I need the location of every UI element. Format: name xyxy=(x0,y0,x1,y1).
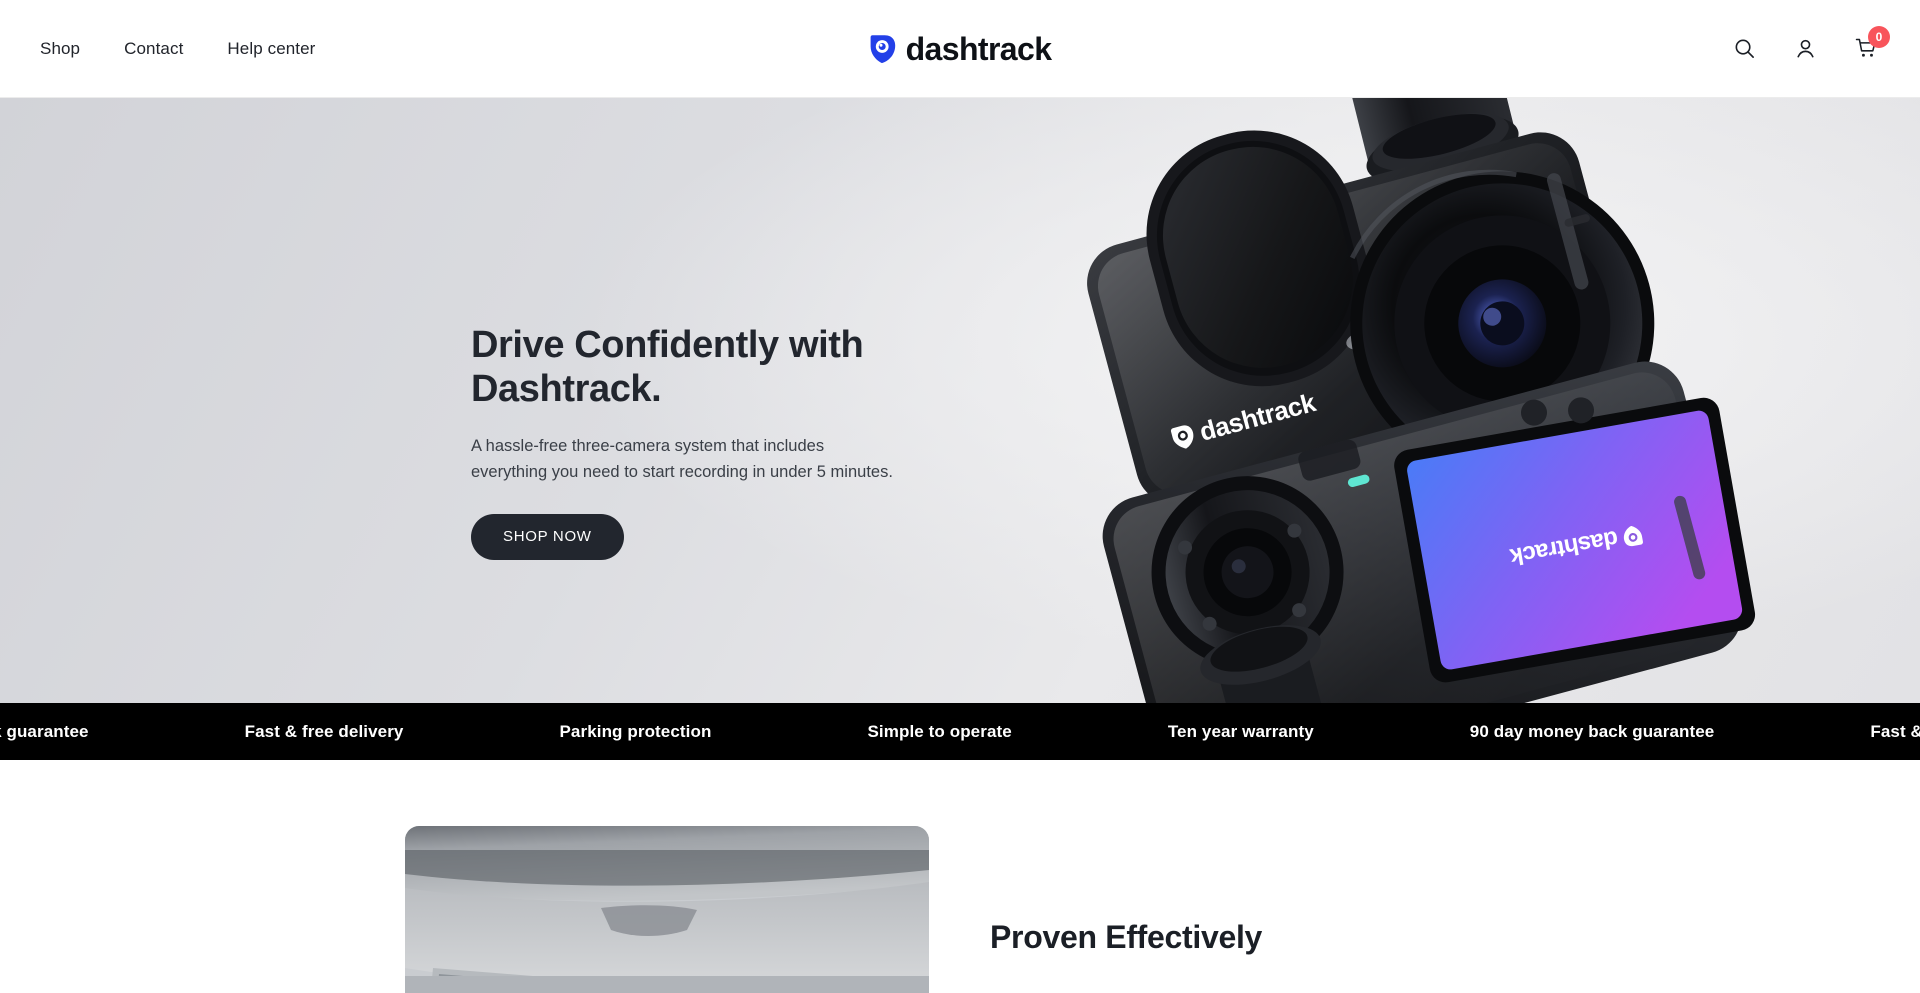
lower-section: Proven Effectively xyxy=(0,760,1920,993)
marquee-item: y money back guarantee xyxy=(0,721,89,741)
account-icon[interactable] xyxy=(1791,35,1819,63)
header-actions: 0 xyxy=(1730,25,1890,63)
main-navigation: Shop Contact Help center xyxy=(40,39,315,59)
marquee-item: Ten year warranty xyxy=(1167,721,1314,741)
driver-photo xyxy=(405,826,929,993)
marquee-item: 90 day money back guarantee xyxy=(1469,721,1715,741)
hero-product-image: dashtrack dashtrack xyxy=(940,98,1920,703)
shop-now-button[interactable]: SHOP NOW xyxy=(471,514,624,561)
hero-subtitle: A hassle-free three-camera system that i… xyxy=(471,436,893,481)
hero-copy: Drive Confidently with Dashtrack. A hass… xyxy=(471,323,911,561)
cart-icon[interactable]: 0 xyxy=(1852,25,1890,63)
marquee-track: y money back guarantee Fast & free deliv… xyxy=(0,722,1920,742)
nav-link-shop[interactable]: Shop xyxy=(40,39,80,59)
cart-count-badge: 0 xyxy=(1868,25,1890,48)
nav-link-help-center[interactable]: Help center xyxy=(227,39,315,59)
site-logo[interactable]: dashtrack xyxy=(869,33,1052,65)
marquee-item: Fast & free delivery xyxy=(1870,721,1920,741)
nav-link-contact[interactable]: Contact xyxy=(124,39,183,59)
lower-section-title: Proven Effectively xyxy=(990,919,1263,955)
hero-section: dashtrack dashtrack Drive Confidently wi… xyxy=(0,98,1920,703)
site-header: Shop Contact Help center dashtrack 0 xyxy=(0,0,1920,98)
lower-copy: Proven Effectively xyxy=(990,918,1510,993)
marquee-item: Parking protection xyxy=(559,721,712,741)
logo-wordmark: dashtrack xyxy=(905,30,1052,67)
dashtrack-shield-icon xyxy=(869,34,897,64)
search-icon[interactable] xyxy=(1730,35,1758,63)
marquee-item: Fast & free delivery xyxy=(244,721,404,741)
hero-title: Drive Confidently with Dashtrack. xyxy=(471,324,864,411)
benefits-marquee: y money back guarantee Fast & free deliv… xyxy=(0,703,1920,760)
marquee-item: Simple to operate xyxy=(867,721,1012,741)
